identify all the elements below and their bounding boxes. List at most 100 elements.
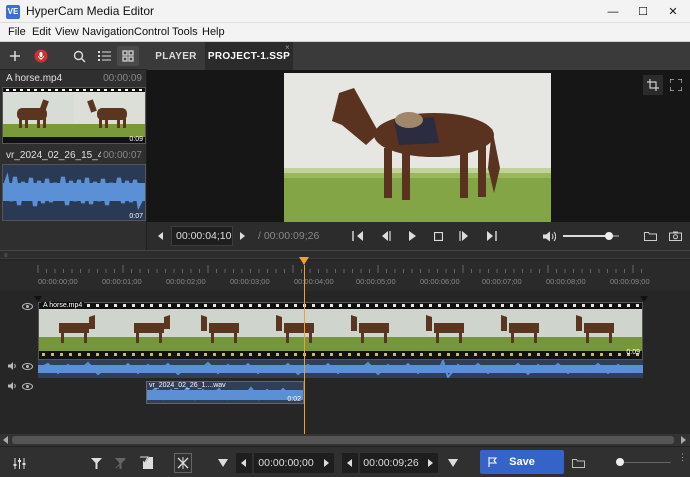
trim-icon: [140, 456, 153, 469]
triangle-down-icon: [218, 459, 228, 467]
media-toolbar: [0, 42, 147, 70]
media-item-duration: 00:00:07: [103, 150, 142, 161]
go-to-end-button[interactable]: [483, 227, 501, 245]
prev-frame-button[interactable]: [377, 227, 395, 245]
thumb-duration: 0:07: [129, 213, 143, 220]
minimize-button[interactable]: —: [598, 0, 628, 23]
audio-clip[interactable]: vr_2024_02_26_1....wav 0:02: [146, 381, 304, 404]
list-view-button[interactable]: [93, 46, 115, 66]
end-time-decrement[interactable]: [342, 453, 358, 473]
media-library: A horse.mp4 00:00:09 0:09 vr_2024_02_26_…: [0, 70, 147, 250]
track-mute-icon[interactable]: [8, 382, 18, 390]
end-time-increment[interactable]: [422, 453, 438, 473]
crop-button[interactable]: [643, 75, 663, 95]
close-button[interactable]: ✕: [658, 0, 688, 23]
stop-button[interactable]: [429, 227, 447, 245]
ruler-label: 00:00:09;00: [610, 277, 650, 286]
volume-button[interactable]: [540, 227, 558, 245]
menu-view[interactable]: View: [55, 26, 79, 38]
maximize-button[interactable]: ☐: [628, 0, 658, 23]
caret-right-icon: [240, 232, 245, 240]
current-time-field[interactable]: 00:00:04;10: [171, 226, 233, 246]
time-increment-button[interactable]: [233, 227, 251, 245]
audio-thumbnail: 0:07: [2, 164, 146, 221]
menu-help[interactable]: Help: [202, 26, 225, 38]
visibility-eye-icon[interactable]: [22, 383, 33, 390]
save-button[interactable]: Save: [480, 450, 564, 474]
time-ruler[interactable]: 00:00:00;00 00:00:01;00 00:00:02;00 00:0…: [0, 261, 690, 291]
remove-filter-button[interactable]: [112, 453, 128, 473]
zoom-slider[interactable]: [616, 458, 671, 466]
visibility-eye-icon[interactable]: [22, 303, 33, 310]
speaker-icon: [542, 231, 556, 241]
media-item-audio[interactable]: vr_2024_02_26_15_45... 00:00:07 0:07: [0, 147, 147, 223]
end-time-field[interactable]: 00:00:09;26: [360, 453, 422, 473]
tab-close-icon[interactable]: ×: [285, 43, 290, 52]
volume-slider[interactable]: [563, 232, 619, 240]
media-item-video[interactable]: A horse.mp4 00:00:09 0:09: [0, 70, 147, 146]
zoom-knob[interactable]: [616, 458, 624, 466]
horse-image: [284, 73, 551, 222]
filter-button[interactable]: [88, 453, 104, 473]
ruler-label: 00:00:03;00: [230, 277, 270, 286]
trim-button[interactable]: [138, 453, 156, 473]
time-decrement-button[interactable]: [152, 227, 170, 245]
marker-start-button[interactable]: [216, 453, 230, 473]
snapshot-button[interactable]: [666, 227, 684, 245]
menu-control[interactable]: Control: [134, 26, 169, 38]
record-button[interactable]: [30, 46, 52, 66]
video-audio-waveform[interactable]: [38, 360, 643, 378]
scroll-left-icon[interactable]: [3, 436, 9, 444]
marker-end-button[interactable]: [446, 453, 460, 473]
skip-forward-icon: [487, 231, 497, 241]
video-clip-name: A horse.mp4: [41, 302, 85, 309]
more-options-icon[interactable]: ⋮: [678, 453, 687, 462]
thumb-duration: 0:09: [129, 136, 143, 143]
go-to-start-button[interactable]: [349, 227, 367, 245]
next-frame-button[interactable]: [455, 227, 473, 245]
menu-navigation[interactable]: Navigation: [82, 26, 134, 38]
scroll-right-icon[interactable]: [680, 436, 686, 444]
mixer-button[interactable]: [10, 453, 28, 473]
player-controls: 00:00:04;10 / 00:00:09;26: [147, 222, 690, 250]
app-window: VE HyperCam Media Editor — ☐ ✕ File Edit…: [0, 0, 690, 477]
open-output-folder-button[interactable]: [570, 453, 586, 473]
timeline-scrollbar[interactable]: [0, 434, 690, 446]
volume-knob[interactable]: [605, 232, 614, 240]
start-time-field[interactable]: 00:00:00;00: [254, 453, 318, 473]
ruler-label: 00:00:01;00: [102, 277, 142, 286]
playhead[interactable]: [299, 257, 310, 435]
ruler-label: 00:00:06;00: [420, 277, 460, 286]
media-item-name: vr_2024_02_26_15_45...: [6, 150, 101, 161]
track-mute-icon[interactable]: [8, 362, 18, 370]
video-clip-duration: 0:09: [626, 349, 640, 356]
fullscreen-icon: [670, 79, 682, 91]
split-button[interactable]: [174, 453, 192, 473]
crop-icon: [647, 79, 659, 91]
media-item-duration: 00:00:09: [103, 73, 142, 84]
splitter[interactable]: ≡: [0, 251, 690, 259]
ruler-label: 00:00:08;00: [546, 277, 586, 286]
open-folder-button[interactable]: [641, 227, 659, 245]
start-time-decrement[interactable]: [236, 453, 252, 473]
menu-file[interactable]: File: [8, 26, 26, 38]
play-button[interactable]: [403, 227, 421, 245]
bottom-toolbar: 00:00:00;00 00:00:09;26 Save ⋮: [0, 446, 690, 477]
caret-left-icon: [158, 232, 163, 240]
add-media-button[interactable]: [4, 46, 26, 66]
step-forward-icon: [459, 231, 468, 241]
playhead-line: [303, 265, 305, 435]
grid-icon: [122, 50, 134, 62]
fullscreen-button[interactable]: [666, 75, 686, 95]
visibility-eye-icon[interactable]: [22, 363, 33, 370]
search-button[interactable]: [68, 46, 90, 66]
menu-edit[interactable]: Edit: [32, 26, 51, 38]
video-clip[interactable]: A horse.mp4 0:09: [38, 302, 643, 360]
start-time-increment[interactable]: [318, 453, 334, 473]
scroll-thumb[interactable]: [12, 436, 674, 444]
tab-project[interactable]: PROJECT-1.SSP: [205, 42, 293, 70]
menu-bar: File Edit View Navigation Control Tools …: [0, 23, 690, 42]
menu-tools[interactable]: Tools: [172, 26, 198, 38]
tab-player[interactable]: PLAYER: [147, 42, 205, 70]
grid-view-button[interactable]: [117, 46, 139, 66]
